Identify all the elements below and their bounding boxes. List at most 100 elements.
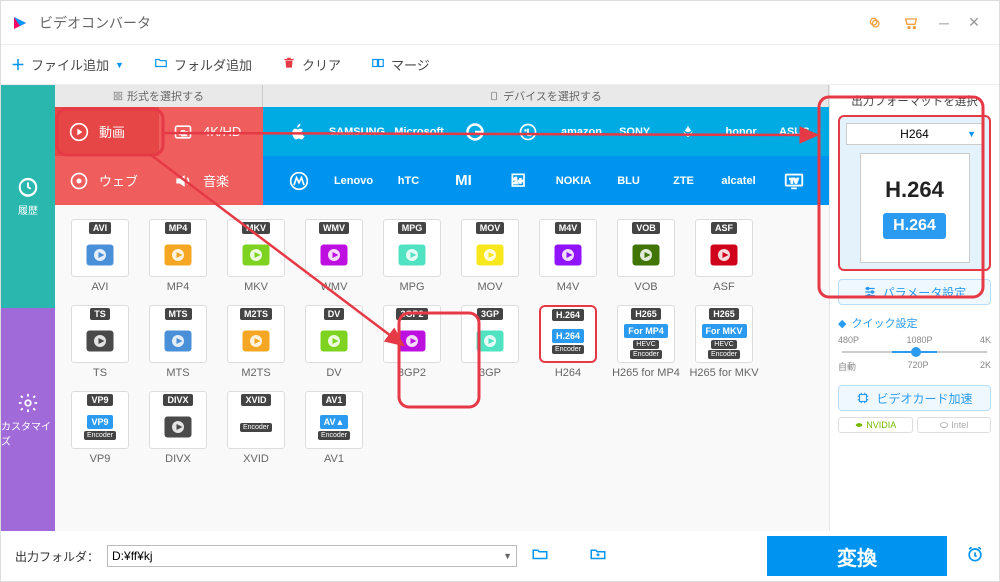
brand-lg[interactable] <box>506 116 550 148</box>
rail-customize-label: カスタマイズ <box>1 418 55 448</box>
brand-microsoft[interactable]: Microsoft <box>394 116 444 148</box>
add-folder-button[interactable]: フォルダ追加 <box>154 55 252 74</box>
format-av1[interactable]: AV1AV▲EncoderAV1 <box>295 391 373 465</box>
close-button[interactable]: ✕ <box>959 11 989 35</box>
category-music[interactable]: 音楽 <box>159 156 263 205</box>
format-h265-for-mkv[interactable]: H265For MKVHEVCEncoderH265 for MKV <box>685 305 763 379</box>
format-mp4[interactable]: MP4MP4 <box>139 219 217 293</box>
speaker-icon <box>173 171 193 191</box>
brand-alcatel[interactable]: alcatel <box>717 165 761 197</box>
gpu-accel-button[interactable]: ビデオカード加速 <box>838 385 991 411</box>
category-web-label: ウェブ <box>99 171 138 190</box>
browse-folder-button[interactable] <box>589 545 607 568</box>
format-thumbnail <box>72 320 128 362</box>
parameter-settings-button[interactable]: パラメータ設定 <box>838 279 991 305</box>
add-file-button[interactable]: ＋ ファイル追加 ▼ <box>11 55 124 75</box>
account-icon[interactable] <box>863 11 887 35</box>
brand-nokia[interactable]: NOKIA <box>552 165 596 197</box>
format-badge: H.264 <box>552 309 584 321</box>
format-badge: MTS <box>165 308 192 320</box>
category-video[interactable]: 動画 <box>55 107 159 156</box>
format-divx[interactable]: DIVXDIVX <box>139 391 217 465</box>
format-label: MPG <box>399 281 424 293</box>
format-h265-for-mp4[interactable]: H265For MP4HEVCEncoderH265 for MP4 <box>607 305 685 379</box>
format-label: MKV <box>244 281 268 293</box>
format-thumbnail <box>228 320 284 362</box>
brand-amazon[interactable]: amazon <box>559 116 603 148</box>
open-folder-button[interactable] <box>531 545 549 568</box>
chip-icon <box>856 391 870 405</box>
clear-button[interactable]: クリア <box>282 55 341 74</box>
tab-device[interactable]: デバイスを選択する <box>263 85 829 107</box>
brand-oneplus[interactable]: 1+ <box>497 165 541 197</box>
format-thumbnail <box>540 234 596 276</box>
format-thumbnail <box>150 320 206 362</box>
format-thumbnail <box>462 234 518 276</box>
brand-htc[interactable]: hTC <box>387 165 431 197</box>
chevron-down-icon: ▼ <box>967 129 976 139</box>
category-web[interactable]: ウェブ <box>55 156 159 205</box>
gpu-intel[interactable]: Intel <box>917 417 992 433</box>
quality-slider[interactable]: 480P 1080P 4K 自動 720P 2K <box>838 335 991 371</box>
output-format-box: H264 ▼ H.264 H.264 <box>838 115 991 271</box>
format-3gp2[interactable]: 3GP23GP2 <box>373 305 451 379</box>
tab-format[interactable]: 形式を選択する <box>55 85 263 107</box>
svg-text:TV: TV <box>789 177 798 184</box>
format-badge: H265 <box>631 308 661 320</box>
schedule-button[interactable] <box>965 544 985 569</box>
brand-apple[interactable] <box>276 116 320 148</box>
brand-g[interactable] <box>453 116 497 148</box>
svg-text:1+: 1+ <box>513 175 523 185</box>
format-mkv[interactable]: MKV MKV <box>217 219 295 293</box>
format-mov[interactable]: MOVMOV <box>451 219 529 293</box>
rail-customize[interactable]: カスタマイズ <box>1 308 55 531</box>
merge-button[interactable]: マージ <box>371 55 430 74</box>
format-m4v[interactable]: M4VM4V <box>529 219 607 293</box>
format-asf[interactable]: ASFASF <box>685 219 763 293</box>
tab-device-label: デバイスを選択する <box>503 88 602 104</box>
brand-samsung[interactable]: SAMSUNG <box>329 116 385 148</box>
output-format-select[interactable]: H264 ▼ <box>846 123 983 145</box>
format-h264[interactable]: H.264H.264EncoderH264 <box>529 305 607 379</box>
format-label: M2TS <box>241 367 270 379</box>
format-badge: ASF <box>711 222 737 234</box>
brand-zte[interactable]: ZTE <box>662 165 706 197</box>
format-mts[interactable]: MTSMTS <box>139 305 217 379</box>
format-badge: MPG <box>398 222 427 234</box>
category-4k[interactable]: 4k 4K/HD <box>159 107 263 156</box>
rail-history[interactable]: 履歴 <box>1 85 55 308</box>
convert-button[interactable]: 変換 <box>767 536 947 576</box>
format-3gp[interactable]: 3GP3GP <box>451 305 529 379</box>
format-vp9[interactable]: VP9VP9EncoderVP9 <box>61 391 139 465</box>
format-mpg[interactable]: MPG MPG <box>373 219 451 293</box>
format-avi[interactable]: AVIAVI <box>61 219 139 293</box>
format-xvid[interactable]: XVIDEncoderXVID <box>217 391 295 465</box>
format-wmv[interactable]: WMVWMV <box>295 219 373 293</box>
format-badge: MKV <box>242 222 270 234</box>
format-badge: AV1 <box>322 394 347 406</box>
brand-sony[interactable]: SONY <box>613 116 657 148</box>
brand-asus[interactable]: ASUS <box>772 116 816 148</box>
format-ts[interactable]: TSTS <box>61 305 139 379</box>
cart-icon[interactable] <box>899 11 923 35</box>
brand-tv[interactable]: TV <box>772 165 816 197</box>
brand-lenovo[interactable]: Lenovo <box>332 165 376 197</box>
format-dv[interactable]: DVDV <box>295 305 373 379</box>
add-file-label: ファイル追加 <box>31 55 109 74</box>
format-m2ts[interactable]: M2TSM2TS <box>217 305 295 379</box>
param-label: パラメータ設定 <box>883 284 967 301</box>
brand-honor[interactable]: honor <box>719 116 763 148</box>
format-label: M4V <box>557 281 580 293</box>
format-vob[interactable]: VOBVOB <box>607 219 685 293</box>
brand-blu[interactable]: BLU <box>607 165 651 197</box>
format-label: AVI <box>92 281 109 293</box>
output-folder-input[interactable]: D:¥ff¥kj ▼ <box>107 545 517 567</box>
brand-huawei[interactable] <box>666 116 710 148</box>
gpu-nvidia[interactable]: NVIDIA <box>838 417 913 433</box>
brand-motorola[interactable] <box>277 165 321 197</box>
format-thumbnail: AV▲Encoder <box>306 406 362 448</box>
brand-mi[interactable]: MI <box>442 165 486 197</box>
grid-icon <box>113 91 123 101</box>
convert-label: 変換 <box>837 542 877 571</box>
minimize-button[interactable]: ─ <box>929 11 959 35</box>
